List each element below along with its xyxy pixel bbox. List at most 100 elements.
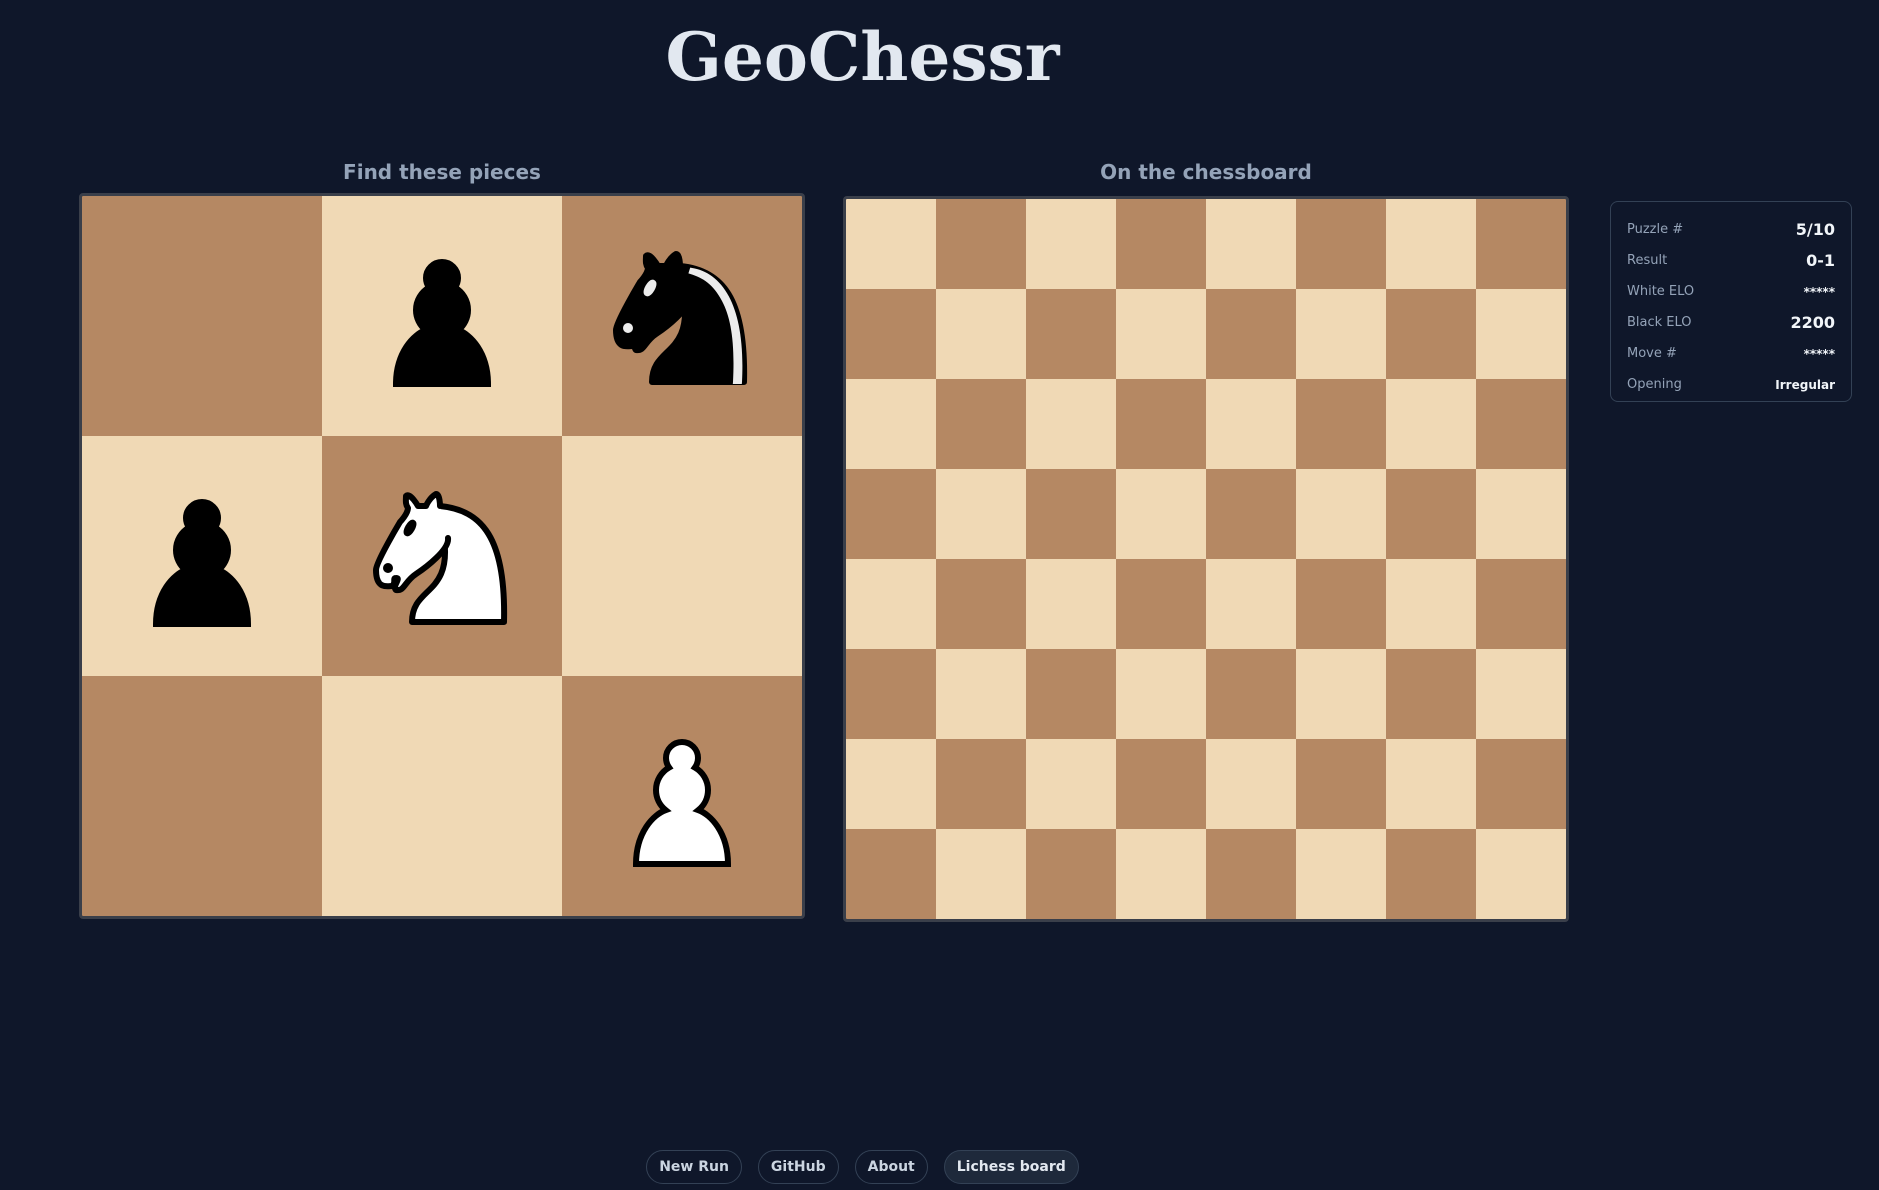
- board-square-f3[interactable]: [1296, 649, 1386, 739]
- board-square-g3[interactable]: [1386, 649, 1476, 739]
- target-square-3: [562, 196, 802, 436]
- board-square-a1[interactable]: [846, 829, 936, 919]
- board-square-b7[interactable]: [936, 289, 1026, 379]
- board-square-f5[interactable]: [1296, 469, 1386, 559]
- info-row-puzzle: Puzzle # 5/10: [1627, 214, 1835, 245]
- lichess-board-button[interactable]: Lichess board: [943, 1150, 1079, 1184]
- board-square-b4[interactable]: [936, 559, 1026, 649]
- result-value: 0-1: [1806, 251, 1835, 270]
- board-square-h3[interactable]: [1476, 649, 1566, 739]
- board-square-a3[interactable]: [846, 649, 936, 739]
- app-title: GeoChessr: [665, 18, 1060, 96]
- board-square-b3[interactable]: [936, 649, 1026, 739]
- board-square-g5[interactable]: [1386, 469, 1476, 559]
- board-square-f6[interactable]: [1296, 379, 1386, 469]
- board-square-h1[interactable]: [1476, 829, 1566, 919]
- board-square-h6[interactable]: [1476, 379, 1566, 469]
- info-label: Result: [1627, 253, 1668, 268]
- board-square-g1[interactable]: [1386, 829, 1476, 919]
- board-square-e4[interactable]: [1206, 559, 1296, 649]
- board-square-g2[interactable]: [1386, 739, 1476, 829]
- board-square-c5[interactable]: [1026, 469, 1116, 559]
- new-run-button[interactable]: New Run: [646, 1150, 742, 1184]
- info-label: Black ELO: [1627, 315, 1692, 330]
- board-square-a7[interactable]: [846, 289, 936, 379]
- github-button[interactable]: GitHub: [757, 1150, 839, 1184]
- board-square-c1[interactable]: [1026, 829, 1116, 919]
- board-square-h7[interactable]: [1476, 289, 1566, 379]
- target-square-7: [82, 676, 322, 916]
- board-square-c3[interactable]: [1026, 649, 1116, 739]
- board-square-d7[interactable]: [1116, 289, 1206, 379]
- board-square-b5[interactable]: [936, 469, 1026, 559]
- black-elo-value: 2200: [1790, 313, 1835, 332]
- target-square-8: [322, 676, 562, 916]
- board-square-c6[interactable]: [1026, 379, 1116, 469]
- board-square-e6[interactable]: [1206, 379, 1296, 469]
- board-square-a4[interactable]: [846, 559, 936, 649]
- board-square-g6[interactable]: [1386, 379, 1476, 469]
- board-square-d2[interactable]: [1116, 739, 1206, 829]
- board-square-a5[interactable]: [846, 469, 936, 559]
- board-square-b8[interactable]: [936, 199, 1026, 289]
- board-square-h4[interactable]: [1476, 559, 1566, 649]
- chessboard[interactable]: [843, 196, 1569, 922]
- board-square-c8[interactable]: [1026, 199, 1116, 289]
- board-square-a6[interactable]: [846, 379, 936, 469]
- white-pawn-icon: [632, 738, 732, 867]
- info-label: Move #: [1627, 346, 1677, 361]
- board-square-f1[interactable]: [1296, 829, 1386, 919]
- board-square-d6[interactable]: [1116, 379, 1206, 469]
- board-square-g4[interactable]: [1386, 559, 1476, 649]
- info-row-white-elo: White ELO *****: [1627, 276, 1835, 307]
- board-square-b1[interactable]: [936, 829, 1026, 919]
- board-square-c4[interactable]: [1026, 559, 1116, 649]
- white-knight-icon: [373, 491, 508, 625]
- board-square-e3[interactable]: [1206, 649, 1296, 739]
- white-elo-value: *****: [1803, 284, 1835, 299]
- black-pawn-icon: [392, 258, 492, 387]
- board-square-d1[interactable]: [1116, 829, 1206, 919]
- board-square-h5[interactable]: [1476, 469, 1566, 559]
- board-square-d4[interactable]: [1116, 559, 1206, 649]
- board-square-d5[interactable]: [1116, 469, 1206, 559]
- about-button[interactable]: About: [854, 1150, 928, 1184]
- info-row-result: Result 0-1: [1627, 245, 1835, 276]
- board-square-f2[interactable]: [1296, 739, 1386, 829]
- info-row-black-elo: Black ELO 2200: [1627, 307, 1835, 338]
- info-row-move: Move # *****: [1627, 338, 1835, 369]
- board-square-f8[interactable]: [1296, 199, 1386, 289]
- board-square-e8[interactable]: [1206, 199, 1296, 289]
- puzzle-number-value: 5/10: [1795, 220, 1835, 239]
- info-row-opening: Opening Irregular: [1627, 369, 1835, 400]
- board-square-e1[interactable]: [1206, 829, 1296, 919]
- board-square-b2[interactable]: [936, 739, 1026, 829]
- target-square-6: [562, 436, 802, 676]
- board-square-d3[interactable]: [1116, 649, 1206, 739]
- opening-value: Irregular: [1775, 377, 1835, 392]
- board-square-d8[interactable]: [1116, 199, 1206, 289]
- target-pieces-board: [79, 193, 805, 919]
- board-square-g8[interactable]: [1386, 199, 1476, 289]
- board-square-b6[interactable]: [936, 379, 1026, 469]
- info-label: Puzzle #: [1627, 222, 1684, 237]
- board-square-a2[interactable]: [846, 739, 936, 829]
- board-square-e5[interactable]: [1206, 469, 1296, 559]
- target-square-2: [322, 196, 562, 436]
- target-square-1: [82, 196, 322, 436]
- board-square-e2[interactable]: [1206, 739, 1296, 829]
- target-square-9: [562, 676, 802, 916]
- chessboard-heading: On the chessboard: [1100, 160, 1312, 184]
- target-square-4: [82, 436, 322, 676]
- board-square-a8[interactable]: [846, 199, 936, 289]
- board-square-f4[interactable]: [1296, 559, 1386, 649]
- board-square-c2[interactable]: [1026, 739, 1116, 829]
- board-square-f7[interactable]: [1296, 289, 1386, 379]
- find-pieces-heading: Find these pieces: [343, 160, 541, 184]
- board-square-h8[interactable]: [1476, 199, 1566, 289]
- board-square-h2[interactable]: [1476, 739, 1566, 829]
- puzzle-info-panel: Puzzle # 5/10 Result 0-1 White ELO *****…: [1610, 201, 1852, 402]
- board-square-e7[interactable]: [1206, 289, 1296, 379]
- board-square-c7[interactable]: [1026, 289, 1116, 379]
- board-square-g7[interactable]: [1386, 289, 1476, 379]
